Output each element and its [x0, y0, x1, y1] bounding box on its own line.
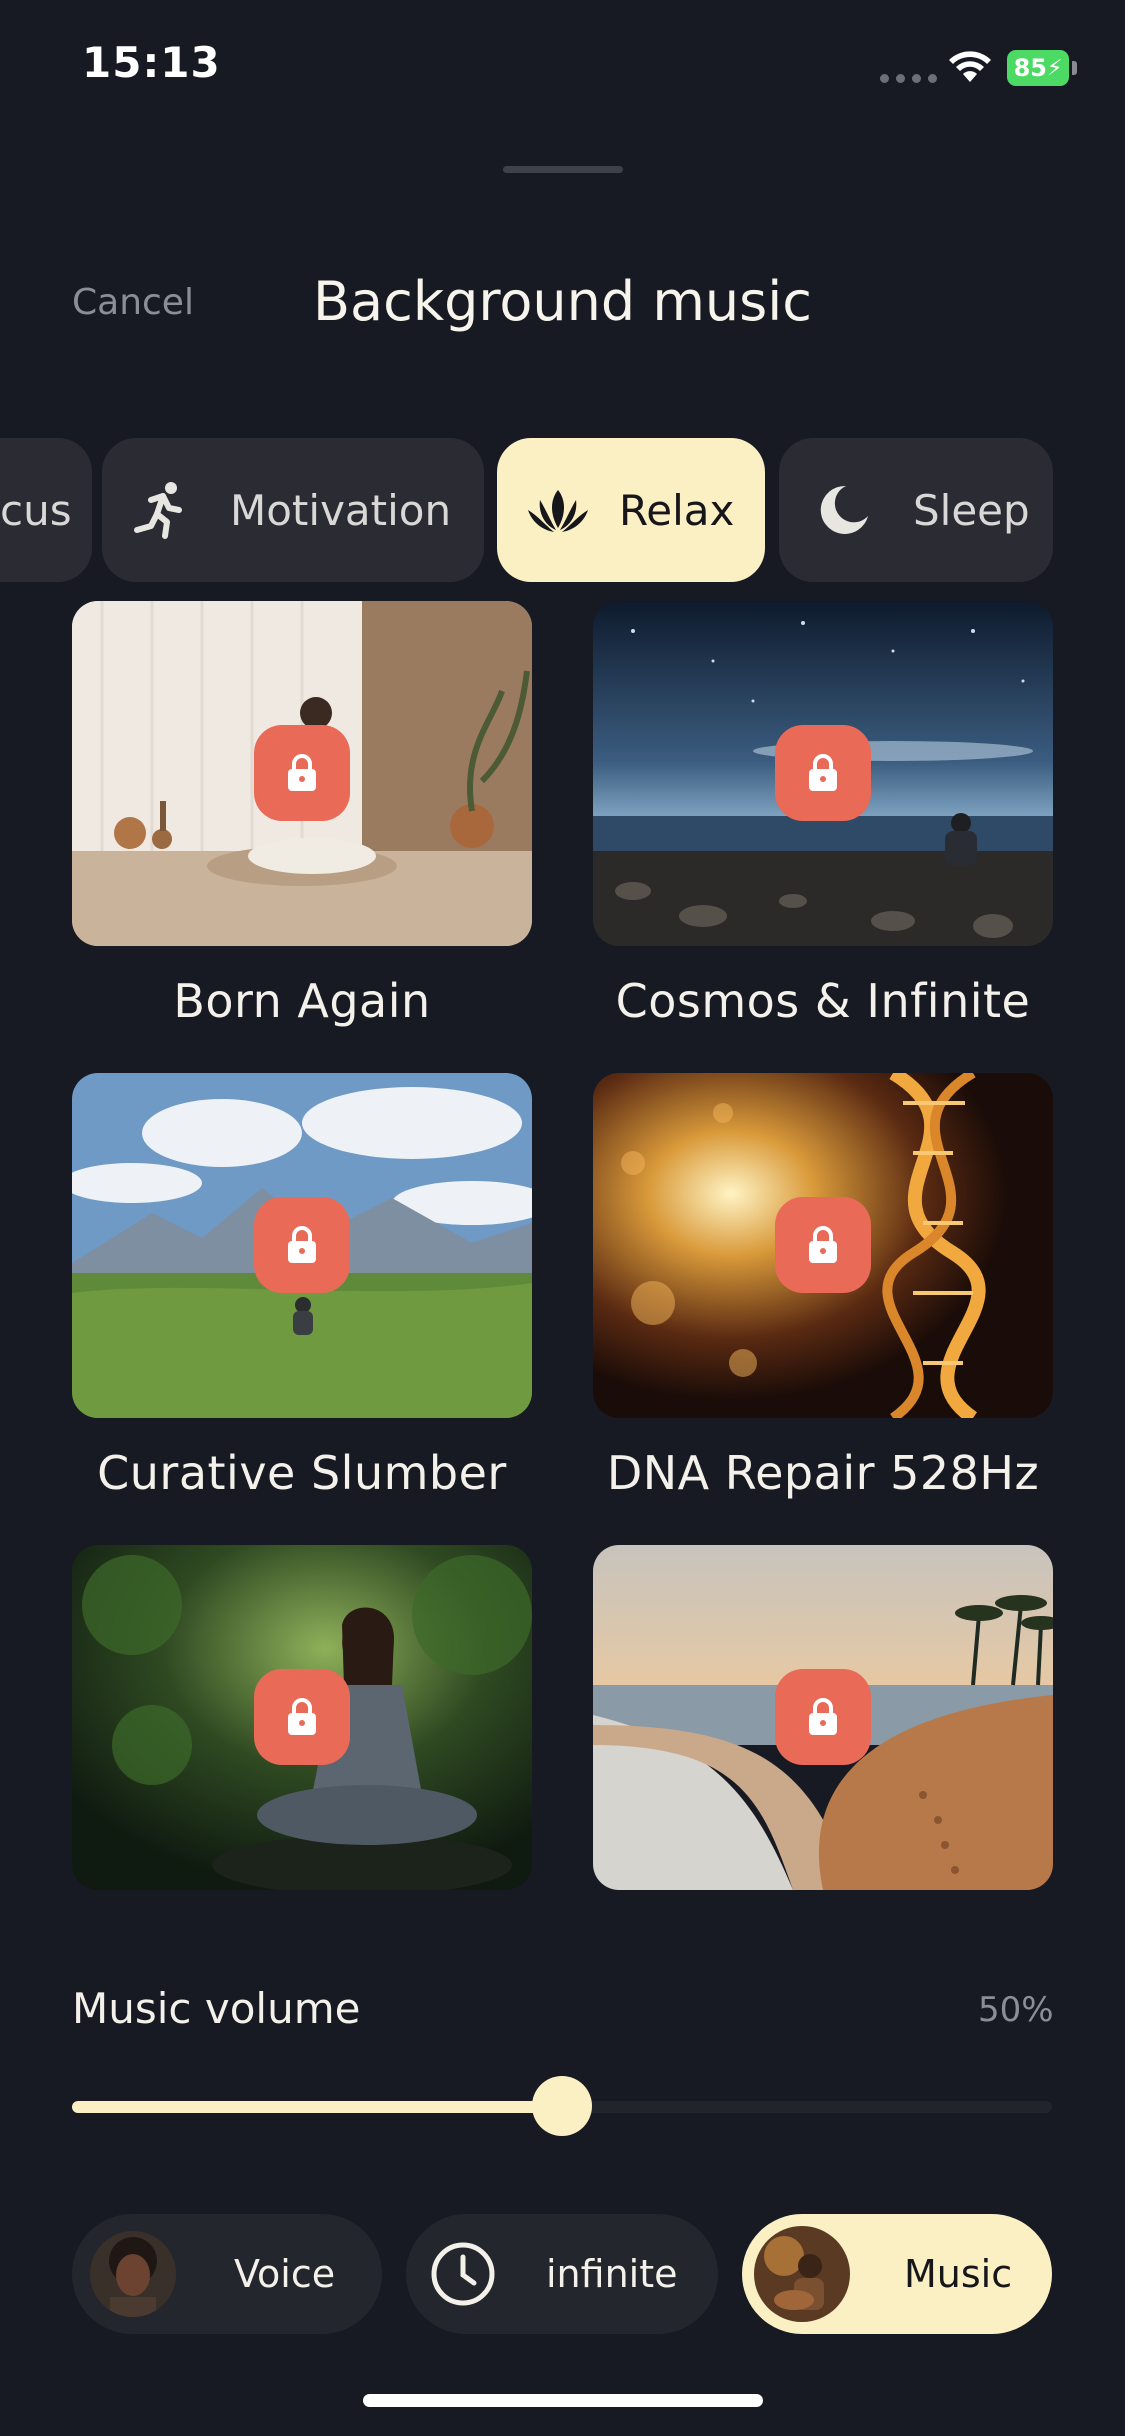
- lock-icon: [775, 725, 871, 821]
- tab-motivation[interactable]: Motivation: [102, 438, 484, 582]
- voice-avatar: [90, 2231, 176, 2317]
- lock-icon: [254, 1669, 350, 1765]
- tab-label: Relax: [619, 485, 735, 535]
- tab-label: cus: [0, 485, 72, 535]
- lock-icon: [254, 1197, 350, 1293]
- track-title: DNA Repair 528Hz: [606, 1446, 1040, 1500]
- wifi-icon: [948, 50, 992, 88]
- music-avatar: [754, 2226, 850, 2322]
- music-selector-button[interactable]: Music: [742, 2214, 1052, 2334]
- battery-cap: [1072, 61, 1077, 75]
- music-volume-label: Music volume: [72, 1984, 361, 2033]
- tab-label: Sleep: [913, 485, 1030, 535]
- duration-selector-button[interactable]: infinite: [406, 2214, 718, 2334]
- track-title: Born Again: [173, 974, 431, 1028]
- tab-sleep[interactable]: Sleep: [779, 438, 1053, 582]
- volume-slider-thumb[interactable]: [532, 2076, 592, 2136]
- status-time: 15:13: [82, 38, 221, 87]
- battery-indicator: 85 ⚡: [1007, 50, 1069, 86]
- volume-slider-fill: [72, 2101, 562, 2113]
- home-indicator: [363, 2394, 763, 2407]
- cancel-button[interactable]: Cancel: [72, 282, 194, 323]
- lock-icon: [775, 1197, 871, 1293]
- moon-icon: [809, 475, 879, 545]
- duration-label: infinite: [546, 2252, 678, 2296]
- battery-level: 85: [1013, 54, 1047, 82]
- running-icon: [126, 475, 196, 545]
- voice-selector-button[interactable]: Voice: [72, 2214, 382, 2334]
- music-label: Music: [904, 2252, 1013, 2296]
- tab-relax[interactable]: Relax: [497, 438, 765, 582]
- lock-icon: [775, 1669, 871, 1765]
- voice-label: Voice: [234, 2252, 336, 2296]
- sheet-drag-handle[interactable]: [503, 166, 623, 173]
- lotus-icon: [523, 475, 593, 545]
- tab-label: Motivation: [230, 485, 452, 535]
- cellular-signal-icon: [880, 74, 937, 83]
- lock-icon: [254, 725, 350, 821]
- music-volume-value: 50%: [978, 1990, 1054, 2030]
- track-title: Cosmos & Infinite: [615, 974, 1031, 1028]
- tab-focus[interactable]: cus: [0, 438, 92, 582]
- clock-icon: [428, 2239, 498, 2309]
- track-title: Curative Slumber: [97, 1446, 507, 1500]
